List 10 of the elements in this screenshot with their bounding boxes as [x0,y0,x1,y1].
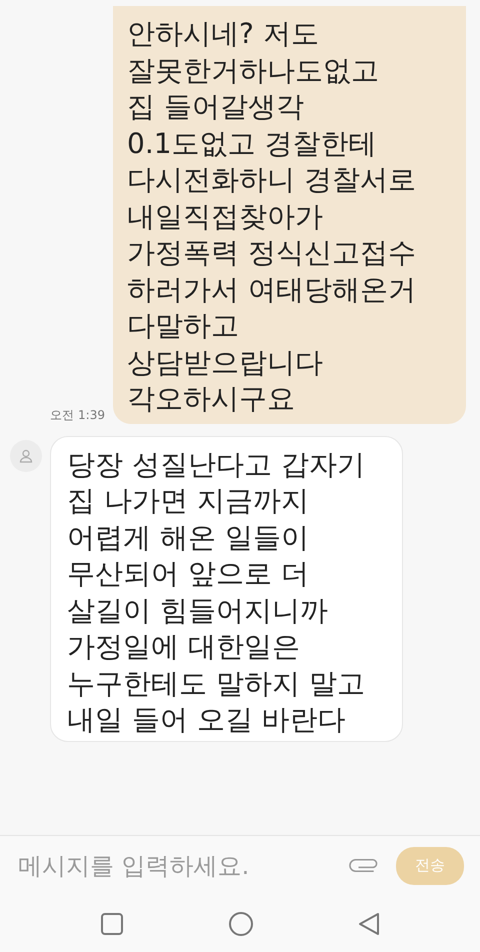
message-input[interactable]: 메시지를 입력하세요. [16,846,340,884]
message-time: 오전 1:39 [50,406,105,424]
avatar-icon[interactable] [10,440,42,472]
send-button[interactable]: 전송 [396,846,464,884]
home-icon[interactable] [228,910,254,936]
back-icon[interactable] [358,912,380,936]
message-bubble: 안하시네? 저도 잘못한거하나도없고 집 들어갈생각 0.1도없고 경찰한테 다시전화하니 경찰서로 내일직접찾아가 가정폭력 정식신고접수 하러가서 여태당해온거 다말하고 상담받으랍니다 각오하시구요 [113,6,466,424]
attach-icon[interactable] [348,858,380,874]
recent-apps-icon[interactable] [100,912,124,936]
message-bubble: 당장 성질난다고 갑자기 집 나가면 지금까지 어렵게 해온 일들이 무산되어 앞으로 더 살길이 힘들어지니까 가정일에 대한일은 누구한테도 말하지 말고 내일 들어 오길 바란다 [50,436,403,742]
